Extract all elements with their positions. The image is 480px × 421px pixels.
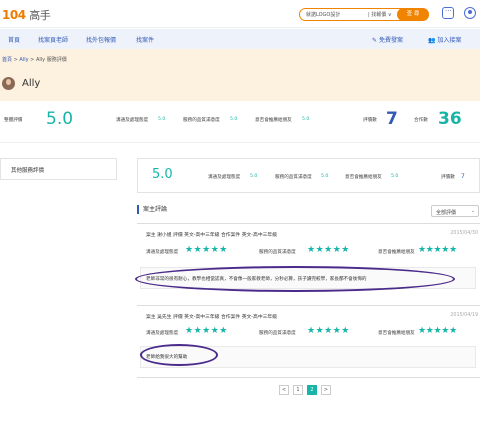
metric-label: 服務的品質滿意度 bbox=[183, 118, 220, 123]
review-count-label: 評價數 bbox=[441, 175, 455, 180]
logo-number: 104 bbox=[2, 8, 26, 22]
next-page-button[interactable]: > bbox=[321, 385, 331, 395]
nav-item-home[interactable]: 首頁 bbox=[8, 35, 20, 44]
page-button[interactable]: 1 bbox=[293, 385, 303, 395]
star-rating: ★★★★★ bbox=[307, 326, 350, 336]
avatar bbox=[2, 77, 15, 90]
free-post-label: 免費發案 bbox=[378, 37, 403, 44]
overall-label: 整體評價 bbox=[4, 118, 23, 123]
sidebar-item-other-reviews[interactable]: 其他服務評價 bbox=[0, 158, 117, 180]
review-date: 2015/04/30 bbox=[450, 231, 478, 236]
star-rating: ★★★★★ bbox=[185, 326, 228, 336]
metric-label: 溝通及處理態度 bbox=[208, 175, 241, 180]
main-nav: 首頁 找案頁老師 找外包報價 找案件 ✎ 免費發案 👥 加入接案 bbox=[0, 29, 480, 49]
metric-value: 5.0 bbox=[302, 117, 310, 122]
section-title: 案主評論 bbox=[137, 205, 167, 214]
review-count-label: 評價數 bbox=[363, 118, 377, 123]
page-button-active[interactable]: 2 bbox=[307, 385, 317, 395]
metric-value: 5.0 bbox=[250, 174, 258, 179]
logo-text: 高手 bbox=[29, 9, 51, 22]
star-rating: ★★★★★ bbox=[185, 245, 228, 255]
nav-item-find-case[interactable]: 找案件 bbox=[136, 35, 154, 44]
logo[interactable]: 104 高手 bbox=[2, 7, 51, 23]
breadcrumb: 首頁 > Ally > Ally 服務評價 bbox=[2, 56, 67, 63]
rating-label: 意否會推薦給朋友 bbox=[378, 331, 415, 336]
rating-label: 服務的品質滿意度 bbox=[259, 250, 296, 255]
overall-score: 5.0 bbox=[46, 109, 74, 129]
search-input[interactable]: 就諾LOGO設計 bbox=[306, 11, 340, 18]
top-header: 104 高手 就諾LOGO設計 | 找報價 ∨ 查 尋 bbox=[0, 0, 480, 28]
add-user-icon: 👥 bbox=[428, 37, 438, 44]
user-icon[interactable] bbox=[464, 7, 476, 19]
review-item: 案主 謝小姐 評價 英文-高中三年級 合作案件 英文-高中三年級 2015/04… bbox=[135, 224, 480, 306]
star-rating: ★★★★★ bbox=[418, 326, 457, 336]
profile-name: Ally bbox=[22, 78, 41, 89]
review-header: 案主 吳先生 評價 英文-高中三年級 合作案件 英文-高中三年級 bbox=[146, 315, 278, 320]
chevron-down-icon: ⌄ bbox=[470, 208, 475, 214]
reviews-panel: 5.0 溝通及處理態度 5.0 服務的品質滿意度 5.0 意否會推薦給朋友 5.… bbox=[135, 158, 480, 410]
join-link[interactable]: 👥 加入接案 bbox=[428, 35, 461, 44]
metric-label: 意否會推薦給朋友 bbox=[255, 118, 292, 123]
nav-item-find-teacher[interactable]: 找案頁老師 bbox=[38, 35, 68, 44]
star-rating: ★★★★★ bbox=[418, 245, 457, 255]
review-item: 案主 吳先生 評價 英文-高中三年級 合作案件 英文-高中三年級 2015/04… bbox=[137, 306, 480, 378]
sidebar-item-label: 其他服務評價 bbox=[11, 168, 45, 174]
filter-value: 全部評價 bbox=[436, 210, 457, 216]
search-bar: 就諾LOGO設計 | 找報價 ∨ 查 尋 bbox=[299, 8, 429, 21]
review-date: 2015/04/19 bbox=[450, 313, 478, 318]
metric-label: 溝通及處理態度 bbox=[116, 118, 149, 123]
breadcrumb-current: Ally 服務評價 bbox=[35, 57, 67, 63]
rating-label: 溝通及處理態度 bbox=[146, 250, 179, 255]
metric-value: 5.0 bbox=[230, 117, 238, 122]
rating-summary: 整體評價 5.0 溝通及處理態度 5.0 服務的品質滿意度 5.0 意否會推薦給… bbox=[0, 101, 480, 143]
profile-banner bbox=[0, 49, 480, 101]
metric-value: 5.0 bbox=[391, 174, 399, 179]
star-rating: ★★★★★ bbox=[307, 245, 350, 255]
metric-label: 意否會推薦給朋友 bbox=[345, 175, 382, 180]
breadcrumb-profile[interactable]: Ally bbox=[19, 57, 28, 63]
annotation-oval bbox=[140, 344, 218, 366]
panel-score: 5.0 bbox=[152, 167, 173, 182]
metric-value: 5.0 bbox=[321, 174, 329, 179]
score-bar: 5.0 溝通及處理態度 5.0 服務的品質滿意度 5.0 意否會推薦給朋友 5.… bbox=[137, 158, 480, 193]
chat-icon[interactable] bbox=[442, 5, 454, 19]
breadcrumb-separator: > bbox=[30, 57, 35, 63]
free-post-link[interactable]: ✎ 免費發案 bbox=[372, 35, 403, 44]
annotation-oval bbox=[135, 266, 455, 292]
cooperation-count: 36 bbox=[438, 109, 462, 129]
prev-page-button[interactable]: < bbox=[279, 385, 289, 395]
review-count: 7 bbox=[386, 109, 398, 129]
review-header: 案主 謝小姐 評價 英文-高中三年級 合作案件 英文-高中三年級 bbox=[146, 233, 278, 238]
join-label: 加入接案 bbox=[437, 37, 462, 44]
search-button[interactable]: 查 尋 bbox=[397, 8, 429, 21]
search-scope-select[interactable]: | 找報價 ∨ bbox=[368, 11, 392, 18]
breadcrumb-separator: > bbox=[13, 57, 18, 63]
breadcrumb-home[interactable]: 首頁 bbox=[2, 57, 12, 63]
rating-label: 溝通及處理態度 bbox=[146, 331, 179, 336]
rating-label: 意否會推薦給朋友 bbox=[378, 250, 415, 255]
pencil-icon: ✎ bbox=[372, 37, 379, 44]
metric-value: 5.0 bbox=[158, 117, 166, 122]
review-filter-select[interactable]: 全部評價 ⌄ bbox=[431, 205, 479, 217]
review-count: 7 bbox=[461, 173, 465, 180]
nav-item-find-quote[interactable]: 找外包報價 bbox=[86, 35, 116, 44]
metric-label: 服務的品質滿意度 bbox=[275, 175, 312, 180]
rating-label: 服務的品質滿意度 bbox=[259, 331, 296, 336]
cooperation-label: 合作數 bbox=[414, 118, 428, 123]
